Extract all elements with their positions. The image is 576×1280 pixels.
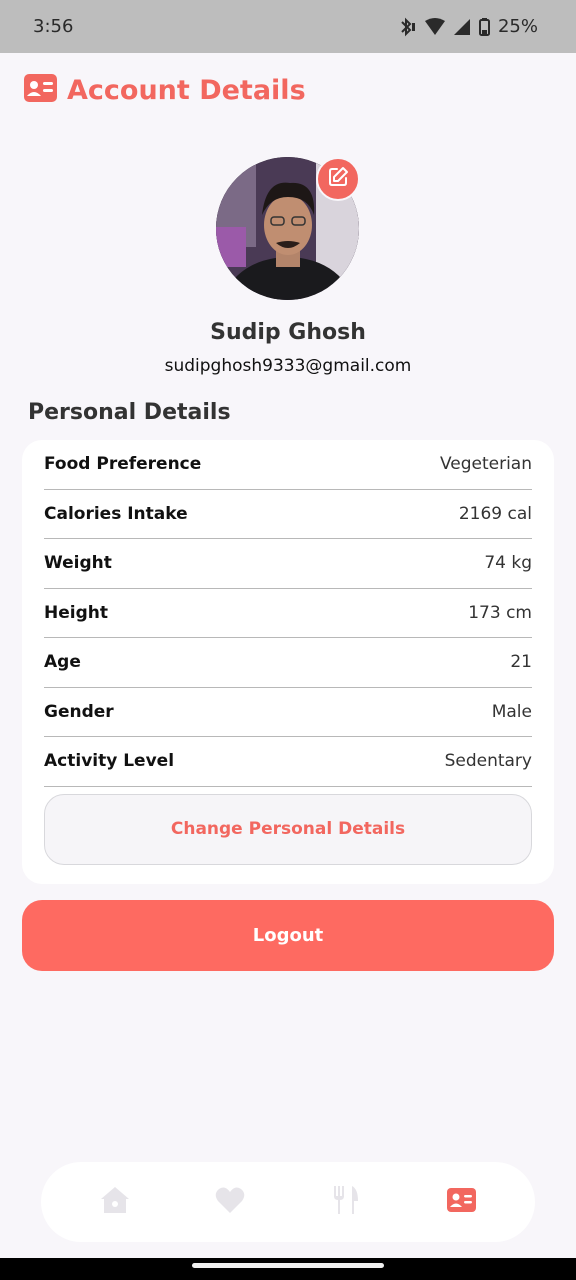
detail-row-calories-intake: Calories Intake 2169 cal bbox=[44, 490, 532, 539]
detail-row-weight: Weight 74 kg bbox=[44, 539, 532, 589]
logout-button[interactable]: Logout bbox=[22, 900, 554, 971]
profile-name: Sudip Ghosh bbox=[210, 320, 366, 345]
detail-row-height: Height 173 cm bbox=[44, 589, 532, 638]
detail-value: 21 bbox=[510, 652, 532, 673]
profile-email: sudipghosh9333@gmail.com bbox=[164, 356, 412, 376]
detail-value: Vegeterian bbox=[439, 454, 532, 475]
battery-icon bbox=[478, 17, 490, 36]
detail-label: Activity Level bbox=[44, 751, 175, 772]
detail-value: 74 kg bbox=[484, 553, 532, 574]
status-time: 3:56 bbox=[33, 16, 74, 37]
detail-label: Weight bbox=[44, 553, 112, 574]
personal-details-card: Food Preference Vegeterian Calories Inta… bbox=[22, 440, 554, 884]
detail-label: Height bbox=[44, 602, 108, 623]
nav-home[interactable] bbox=[85, 1172, 145, 1232]
nav-favorites[interactable] bbox=[200, 1172, 260, 1232]
battery-percent: 25% bbox=[497, 16, 538, 37]
detail-row-activity-level: Activity Level Sedentary bbox=[44, 737, 532, 787]
edit-avatar-button[interactable] bbox=[316, 157, 360, 201]
gesture-handle[interactable] bbox=[192, 1263, 384, 1268]
detail-value: 173 cm bbox=[468, 602, 532, 623]
detail-row-age: Age 21 bbox=[44, 638, 532, 688]
personal-details-heading: Personal Details bbox=[28, 400, 231, 425]
bottom-navigation bbox=[41, 1162, 535, 1242]
detail-label: Age bbox=[44, 652, 81, 673]
page-title: Account Details bbox=[67, 74, 306, 106]
detail-label: Gender bbox=[44, 701, 114, 722]
edit-icon bbox=[326, 165, 350, 193]
status-icons: 25% bbox=[399, 16, 538, 37]
detail-value: 2169 cal bbox=[458, 503, 532, 524]
detail-row-food-preference: Food Preference Vegeterian bbox=[44, 440, 532, 490]
detail-value: Male bbox=[491, 701, 532, 722]
id-card-icon bbox=[446, 1188, 476, 1216]
detail-value: Sedentary bbox=[444, 751, 532, 772]
home-icon bbox=[100, 1186, 130, 1218]
bluetooth-battery-icon bbox=[399, 17, 417, 37]
signal-icon bbox=[453, 18, 471, 36]
detail-label: Calories Intake bbox=[44, 503, 188, 524]
heart-icon bbox=[215, 1187, 245, 1218]
fork-knife-icon bbox=[332, 1185, 360, 1219]
page-header: Account Details bbox=[24, 74, 306, 106]
detail-label: Food Preference bbox=[44, 454, 202, 475]
change-personal-details-button[interactable]: Change Personal Details bbox=[44, 793, 532, 865]
wifi-icon bbox=[424, 17, 445, 36]
detail-row-gender: Gender Male bbox=[44, 688, 532, 737]
id-card-icon bbox=[24, 74, 57, 106]
status-bar: 3:56 25% bbox=[0, 0, 576, 53]
nav-meals[interactable] bbox=[316, 1172, 376, 1232]
nav-account[interactable] bbox=[431, 1172, 491, 1232]
profile-avatar-container bbox=[216, 157, 360, 300]
system-navigation-area bbox=[0, 1258, 576, 1280]
